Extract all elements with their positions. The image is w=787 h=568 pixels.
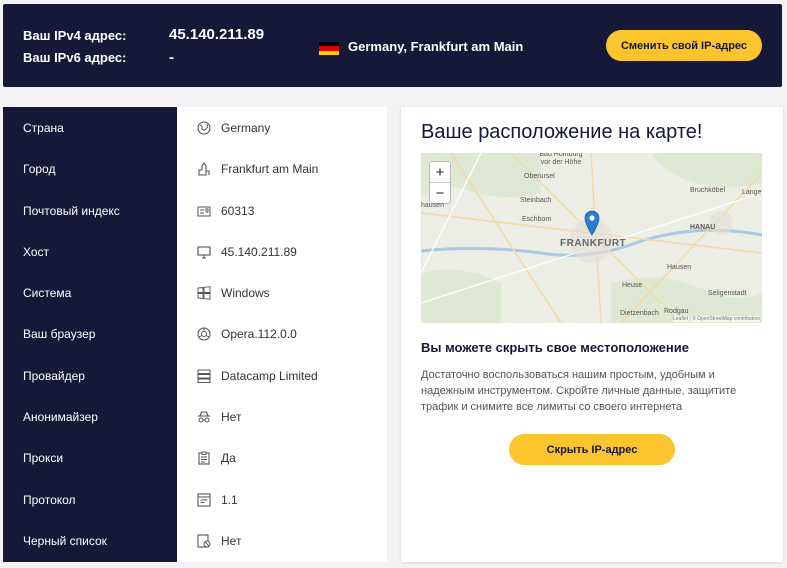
postcode-icon (197, 206, 211, 217)
value-system: Windows (221, 286, 270, 300)
value-postcode: 60313 (221, 204, 255, 218)
label-browser: Ваш браузер (23, 327, 96, 341)
map-label-dietzenbach: Dietzenbach (620, 310, 659, 317)
label-system: Система (23, 286, 72, 300)
map-label-hanau: HANAU (690, 224, 716, 231)
ipv6-label: Ваш IPv6 адрес: (23, 50, 127, 65)
map-label-seligenstadt: Seligenstadt (708, 290, 747, 297)
label-provider: Провайдер (23, 369, 85, 383)
map-attribution[interactable]: Leaflet | © OpenStreetMap contributors (673, 316, 760, 322)
hide-ip-button[interactable]: Скрыть IP-адрес (509, 434, 675, 465)
map-label-rodgau: Rodgau (664, 308, 689, 315)
map-label-eschborn: Eschborn (522, 216, 552, 223)
value-blacklist: Нет (221, 534, 242, 548)
value-browser: Opera.112.0.0 (221, 327, 297, 341)
label-host: Хост (23, 245, 50, 259)
map-zoom-control: + − (429, 161, 451, 204)
protocol-icon (197, 493, 211, 507)
map-card-title: Ваше расположение на карте! (421, 121, 703, 143)
zoom-in-button[interactable]: + (430, 162, 450, 182)
label-protocol: Протокол (23, 493, 76, 507)
change-ip-button[interactable]: Сменить свой IP-адрес (606, 30, 762, 61)
map-label-lange: Lange (742, 189, 762, 196)
browser-icon (197, 327, 211, 341)
value-country: Germany (221, 121, 271, 135)
location-map[interactable]: + − Bad Homburg vor der Höhe Oberursel S… (421, 153, 762, 323)
germany-flag-icon (319, 42, 339, 55)
value-proxy: Да (221, 451, 236, 465)
map-label-bruchkoebel: Bruchköbel (690, 187, 726, 194)
value-provider: Datacamp Limited (221, 369, 318, 383)
map-label-steinbach: Steinbach (520, 197, 552, 204)
clipboard-icon (198, 451, 210, 465)
map-card: Ваше расположение на карте! + − Bad Homb… (401, 107, 783, 562)
monitor-icon (197, 246, 211, 259)
map-label-bad-homburg: Bad Homburg vor der Höhe (539, 153, 583, 166)
hide-location-heading: Вы можете скрыть свое местоположение (421, 340, 689, 355)
info-labels-panel: Страна Город Почтовый индекс Хост Систем… (3, 107, 177, 562)
ip-header-bar: Ваш IPv4 адрес: 45.140.211.89 Ваш IPv6 а… (3, 4, 782, 87)
location-marker-icon[interactable] (584, 210, 600, 236)
map-label-hausen-left: hausen (421, 202, 444, 209)
windows-icon (197, 286, 211, 300)
label-country: Страна (23, 121, 64, 135)
map-label-frankfurt: FRANKFURT (560, 238, 627, 249)
map-label-hausen: Hausen (667, 264, 692, 271)
map-label-oberursel: Oberursel (524, 173, 555, 180)
label-blacklist: Черный список (23, 534, 107, 548)
blacklist-icon (197, 534, 211, 548)
label-anonymizer: Анонимайзер (23, 410, 98, 424)
label-proxy: Прокси (23, 451, 64, 465)
hide-location-description: Достаточно воспользоваться нашим простым… (421, 369, 737, 413)
server-icon (197, 369, 211, 383)
value-protocol: 1.1 (221, 493, 238, 507)
globe-icon (197, 121, 211, 135)
info-values-panel: Germany Frankfurt am Main 60313 45.140.2… (177, 107, 387, 562)
value-city: Frankfurt am Main (221, 162, 319, 176)
ipv6-value: - (169, 49, 174, 66)
location-text: Germany, Frankfurt am Main (348, 39, 524, 54)
label-postcode: Почтовый индекс (23, 204, 120, 218)
zoom-out-button[interactable]: − (430, 182, 450, 203)
map-label-heuse: Heuse (622, 282, 643, 289)
value-anonymizer: Нет (221, 410, 242, 424)
incognito-icon (198, 411, 210, 423)
value-host: 45.140.211.89 (221, 245, 297, 259)
ipv4-value: 45.140.211.89 (169, 26, 265, 43)
city-icon (198, 162, 210, 176)
ipv4-label: Ваш IPv4 адрес: (23, 28, 127, 43)
label-city: Город (23, 162, 56, 176)
